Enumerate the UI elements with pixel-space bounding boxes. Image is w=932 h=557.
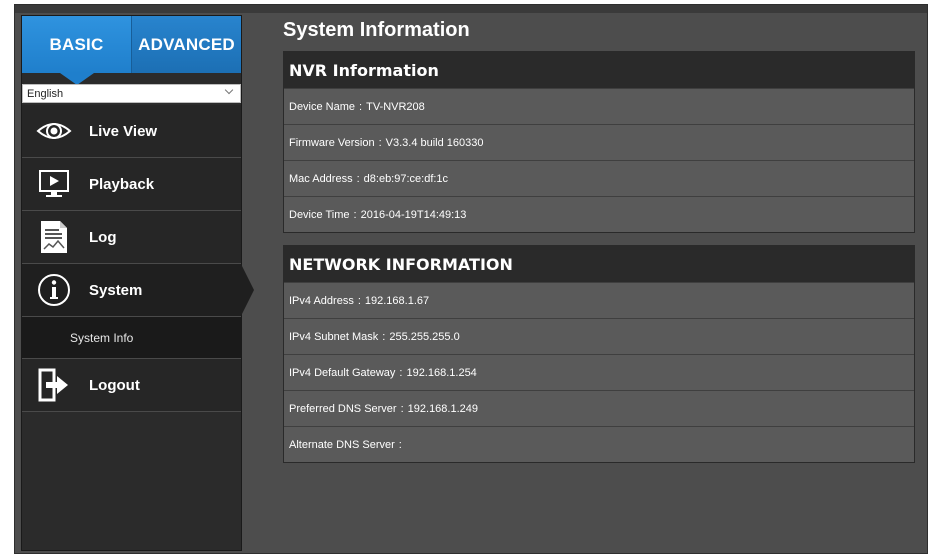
mode-tabs: BASIC ADVANCED	[22, 16, 241, 85]
sidebar-item-system[interactable]: System	[22, 264, 254, 317]
main-content: System Information NVR Information Devic…	[283, 19, 915, 475]
info-label: IPv4 Address	[289, 294, 354, 307]
playback-icon	[36, 166, 72, 202]
section-title: NVR Information	[284, 52, 914, 88]
info-row-alternate-dns: Alternate DNS Server:	[284, 426, 914, 462]
info-label: Firmware Version	[289, 136, 375, 149]
chevron-down-icon	[224, 85, 234, 95]
sidebar-item-log[interactable]: Log	[22, 211, 241, 264]
eye-icon	[36, 113, 72, 149]
info-row-firmware-version: Firmware Version: V3.3.4 build 160330	[284, 124, 914, 160]
language-select[interactable]: English	[22, 84, 241, 103]
info-value: 255.255.255.0	[389, 330, 460, 343]
sidebar: BASIC ADVANCED English Live View Playbac…	[21, 15, 254, 551]
info-value: d8:eb:97:ce:df:1c	[363, 172, 449, 185]
info-label: Device Time	[289, 208, 350, 221]
sidebar-item-label: Playback	[89, 175, 155, 193]
info-row-ipv4-address: IPv4 Address:192.168.1.67	[284, 282, 914, 318]
info-label: IPv4 Subnet Mask	[289, 330, 379, 343]
sidebar-nav: Live View Playback Log System System Inf…	[22, 105, 254, 412]
sidebar-subitem-system-info[interactable]: System Info	[22, 317, 241, 359]
logout-icon	[36, 367, 72, 403]
info-row-device-time: Device Time:2016-04-19T14:49:13	[284, 196, 914, 232]
info-row-ipv4-default-gateway: IPv4 Default Gateway:192.168.1.254	[284, 354, 914, 390]
sidebar-item-label: Logout	[89, 376, 140, 394]
tab-basic[interactable]: BASIC	[22, 16, 131, 73]
section-title: NETWORK INFORMATION	[284, 246, 914, 282]
info-value: 192.168.1.254	[406, 366, 477, 379]
info-value: 192.168.1.249	[407, 402, 479, 415]
info-label: IPv4 Default Gateway	[289, 366, 396, 379]
nvr-info-section: NVR Information Device Name: TV-NVR208 Fi…	[283, 51, 915, 233]
info-label: Alternate DNS Server	[289, 438, 395, 451]
page-title: System Information	[283, 19, 470, 41]
tab-advanced[interactable]: ADVANCED	[131, 16, 241, 73]
info-label: Mac Address	[289, 172, 353, 185]
info-value: 192.168.1.67	[364, 294, 430, 307]
log-document-icon	[36, 219, 72, 255]
sidebar-item-label: Live View	[89, 122, 158, 140]
top-bar	[15, 5, 927, 13]
info-value: TV-NVR208	[366, 100, 425, 113]
info-label: Preferred DNS Server	[289, 402, 397, 415]
app-window: BASIC ADVANCED English Live View Playbac…	[14, 4, 928, 554]
sidebar-item-logout[interactable]: Logout	[22, 359, 241, 412]
info-label: Device Name	[289, 100, 356, 113]
language-selected-value: English	[27, 87, 64, 100]
info-row-device-name: Device Name: TV-NVR208	[284, 88, 914, 124]
sidebar-item-playback[interactable]: Playback	[22, 158, 241, 211]
info-row-mac-address: Mac Address: d8:eb:97:ce:df:1c	[284, 160, 914, 196]
active-item-arrow	[241, 264, 254, 316]
sidebar-item-label: Log	[89, 228, 117, 246]
sidebar-item-live-view[interactable]: Live View	[22, 105, 241, 158]
sidebar-item-label: System	[89, 281, 143, 299]
sidebar-subitem-label: System Info	[70, 330, 134, 345]
info-value: 2016-04-19T14:49:13	[360, 208, 467, 221]
info-value: V3.3.4 build 160330	[385, 136, 484, 149]
info-row-ipv4-subnet-mask: IPv4 Subnet Mask:255.255.255.0	[284, 318, 914, 354]
network-info-section: NETWORK INFORMATION IPv4 Address:192.168…	[283, 245, 915, 463]
info-icon	[36, 272, 72, 308]
info-row-preferred-dns: Preferred DNS Server:192.168.1.249	[284, 390, 914, 426]
